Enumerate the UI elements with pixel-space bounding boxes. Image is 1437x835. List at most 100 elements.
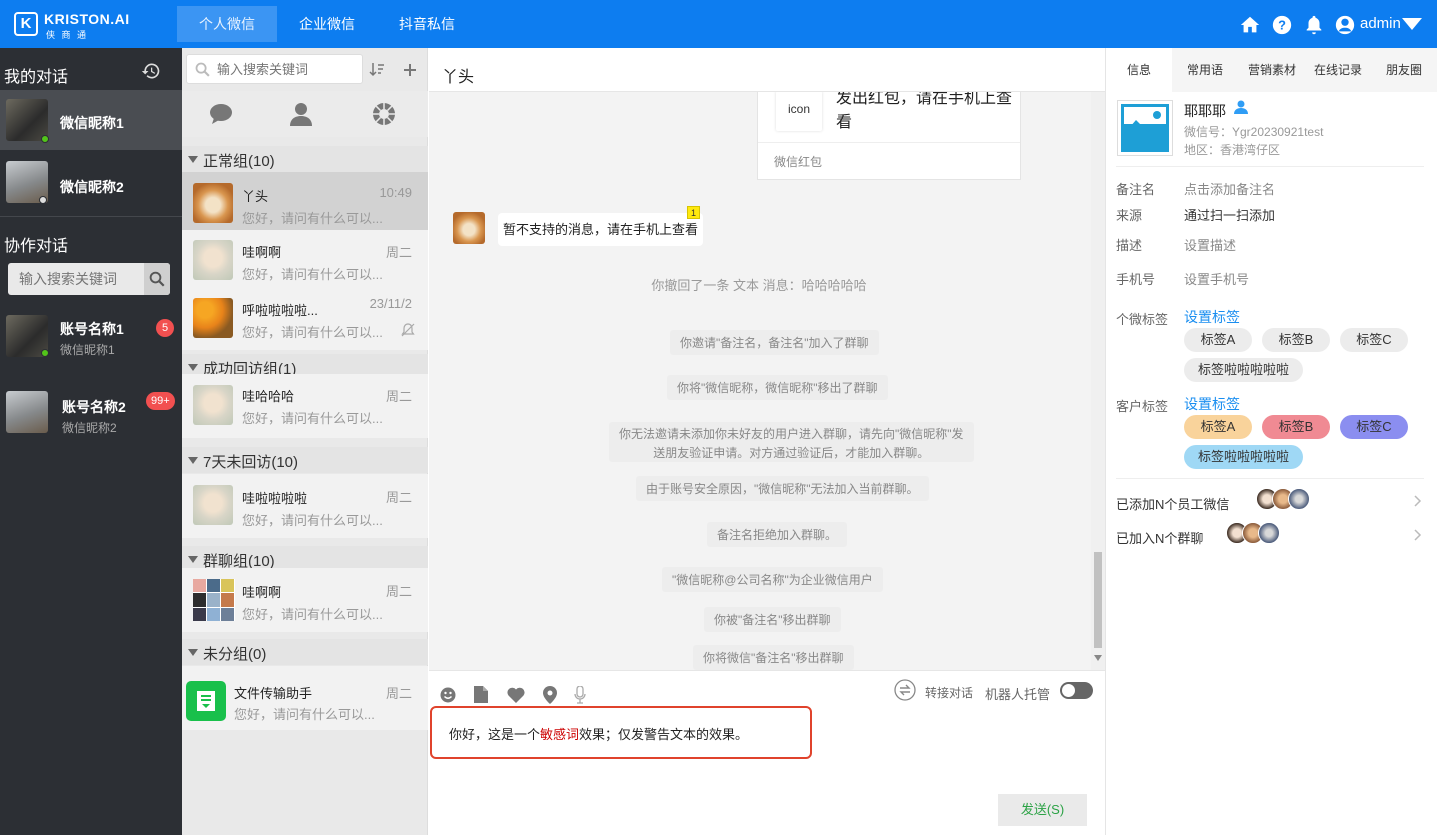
personal-tag[interactable]: 标签C — [1340, 328, 1408, 352]
scrollbar-thumb[interactable] — [1094, 552, 1102, 648]
contact-time: 10:49 — [379, 185, 412, 200]
heart-icon[interactable] — [507, 687, 525, 703]
message-input[interactable]: 你好，这是一个敏感词效果；仅发警告文本的效果。 — [430, 706, 812, 759]
contact-item[interactable]: 文件传输助手 您好，请问有什么可以... 周二 — [182, 666, 428, 730]
unread-badge: 99+ — [146, 392, 175, 410]
group-header[interactable]: 正常组(10) — [182, 146, 428, 172]
brand-logo: K KRISTON.AI 侠 商 通 — [14, 11, 129, 40]
contacts-icon[interactable] — [290, 102, 312, 126]
tab-common-phrases[interactable]: 常用语 — [1172, 48, 1238, 92]
personal-tag[interactable]: 标签A — [1184, 328, 1252, 352]
contact-item[interactable]: 哇啊啊 您好，请问有什么可以... 周二 — [182, 568, 428, 632]
customer-tag[interactable]: 标签啦啦啦啦啦 — [1184, 445, 1304, 469]
description-field[interactable]: 设置描述 — [1184, 235, 1236, 254]
groups-joined-label[interactable]: 已加入N个群聊 — [1116, 528, 1203, 547]
microphone-icon[interactable] — [574, 686, 586, 704]
tab-personal-wechat[interactable]: 个人微信 — [177, 6, 277, 42]
personal-tag[interactable]: 标签B — [1262, 328, 1330, 352]
collab-search-input[interactable] — [8, 263, 142, 295]
contact-last-message: 您好，请问有什么可以... — [242, 267, 383, 282]
group-header[interactable]: 7天未回访(10) — [182, 447, 428, 473]
tab-info[interactable]: 信息 — [1106, 48, 1172, 92]
contact-item[interactable]: 哇啊啊 您好，请问有什么可以... 周二 — [182, 230, 428, 294]
personal-tag[interactable]: 标签啦啦啦啦啦 — [1184, 358, 1304, 382]
account-item[interactable]: 账号名称2 微信昵称2 99+ — [0, 382, 182, 444]
group-avatar — [1258, 522, 1280, 544]
send-button[interactable]: 发送(S) — [998, 794, 1087, 826]
tab-douyin-dm[interactable]: 抖音私信 — [377, 6, 477, 42]
home-icon[interactable] — [1239, 14, 1261, 36]
set-personal-tags-link[interactable]: 设置标签 — [1184, 307, 1240, 327]
chevron-down-icon[interactable] — [1402, 18, 1422, 30]
robot-hosting-toggle[interactable] — [1060, 682, 1093, 699]
collab-search[interactable] — [8, 263, 170, 295]
remark-field[interactable]: 点击添加备注名 — [1184, 179, 1275, 198]
customer-tags-label: 客户标签 — [1116, 399, 1169, 414]
red-packet-card[interactable]: icon 发出红包，请在手机上查看 微信红包 — [757, 92, 1021, 180]
emoji-icon[interactable] — [440, 687, 456, 703]
sort-icon[interactable] — [369, 62, 385, 78]
account-name: 账号名称2 — [62, 399, 126, 415]
customer-tag[interactable]: 标签A — [1184, 415, 1252, 439]
scrollbar[interactable] — [1091, 92, 1105, 670]
caret-down-icon — [188, 156, 198, 163]
tab-enterprise-wechat[interactable]: 企业微信 — [277, 6, 377, 42]
scroll-down-icon[interactable] — [1094, 655, 1102, 661]
recall-notice: 你撤回了一条 文本 消息：哈哈哈哈哈 — [651, 278, 867, 293]
tab-online-records[interactable]: 在线记录 — [1306, 48, 1370, 92]
moments-icon[interactable] — [372, 102, 396, 126]
chat-bubble-icon[interactable] — [209, 103, 233, 125]
group-header[interactable]: 未分组(0) — [182, 639, 428, 665]
contact-item[interactable]: 呼啦啦啦啦... 您好，请问有什么可以... 23/11/2 — [182, 286, 428, 350]
transfer-conversation-label[interactable]: 转接对话 — [925, 684, 973, 701]
chevron-right-icon[interactable] — [1414, 495, 1422, 507]
contact-last-message: 您好，请问有什么可以... — [242, 325, 383, 340]
contact-name: 丫头 — [242, 189, 269, 204]
profile-avatar[interactable] — [1117, 100, 1173, 156]
my-conversation-item[interactable]: 微信昵称1 — [0, 90, 182, 150]
customer-tag[interactable]: 标签B — [1262, 415, 1330, 439]
file-icon[interactable] — [474, 686, 488, 703]
account-item[interactable]: 账号名称1 微信昵称1 5 — [0, 306, 182, 368]
bell-icon[interactable] — [1303, 14, 1325, 36]
contact-item[interactable]: 哇哈哈哈 您好，请问有什么可以... 周二 — [182, 374, 428, 438]
add-icon[interactable] — [402, 62, 418, 78]
location-icon[interactable] — [543, 686, 557, 704]
input-text-after: 效果；仅发警告文本的效果。 — [579, 727, 749, 742]
composer: 转接对话 机器人托管 你好，这是一个敏感词效果；仅发警告文本的效果。 发送(S) — [429, 670, 1105, 835]
unread-badge: 5 — [156, 319, 174, 337]
help-icon[interactable]: ? — [1271, 14, 1293, 36]
transfer-icon[interactable] — [894, 679, 916, 701]
set-customer-tags-link[interactable]: 设置标签 — [1184, 394, 1240, 414]
caret-down-icon — [188, 457, 198, 464]
field-label: 来源 — [1116, 208, 1143, 223]
tab-moments[interactable]: 朋友圈 — [1370, 48, 1437, 92]
contact-avatar — [193, 485, 233, 525]
tab-marketing-material[interactable]: 营销素材 — [1238, 48, 1306, 92]
sender-avatar[interactable] — [453, 212, 485, 244]
person-icon — [1234, 100, 1248, 114]
contact-search-input[interactable] — [217, 57, 357, 81]
system-message: 你将"微信昵称，微信昵称"移出了群聊 — [667, 375, 888, 400]
user-avatar-icon[interactable] — [1334, 14, 1356, 36]
contact-item[interactable]: 丫头 您好，请问有什么可以... 10:49 — [182, 172, 428, 236]
staff-added-label[interactable]: 已添加N个员工微信 — [1116, 494, 1229, 513]
offline-status-dot — [39, 196, 47, 204]
message-list[interactable]: icon 发出红包，请在手机上查看 微信红包 暂不支持的消息，请在手机上查看 1… — [429, 92, 1105, 670]
unsupported-message-bubble[interactable]: 暂不支持的消息，请在手机上查看 — [498, 213, 704, 246]
system-message: 你邀请"备注名，备注名"加入了群聊 — [670, 330, 879, 355]
contact-search[interactable] — [186, 54, 363, 84]
image-placeholder-icon — [1121, 104, 1169, 152]
contact-item[interactable]: 哇啦啦啦啦 您好，请问有什么可以... 周二 — [182, 474, 428, 538]
chevron-right-icon[interactable] — [1414, 529, 1422, 541]
phone-field[interactable]: 设置手机号 — [1184, 269, 1249, 288]
search-button[interactable] — [144, 263, 170, 295]
history-icon[interactable] — [141, 61, 161, 81]
brand-subtitle: 侠 商 通 — [46, 30, 89, 40]
staff-avatar — [1288, 488, 1310, 510]
admin-username[interactable]: admin — [1360, 15, 1401, 32]
account-nickname: 微信昵称2 — [62, 421, 117, 435]
divider — [1116, 478, 1424, 479]
my-conversation-item[interactable]: 微信昵称2 — [0, 154, 182, 214]
customer-tag[interactable]: 标签C — [1340, 415, 1408, 439]
